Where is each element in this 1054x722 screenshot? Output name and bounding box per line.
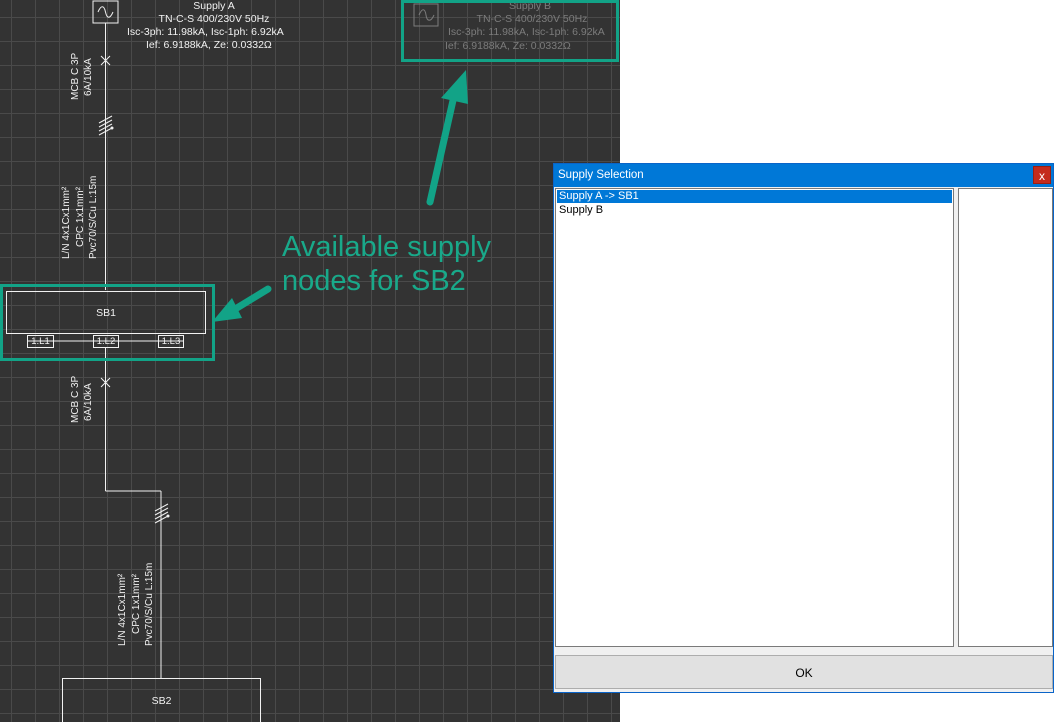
cable-tick-icon: [98, 115, 114, 136]
breaker2-type: MCB C 3P: [70, 375, 81, 423]
arrow-icon: [212, 285, 272, 322]
cable2-conductors: L/N 4x1Cx1mm²: [117, 573, 128, 646]
annotation-text: Available supply nodes for SB2: [282, 231, 492, 297]
supply-b-highlight: [401, 0, 619, 62]
supply-a-isc: Isc-3ph: 11.98kA, Isc-1ph: 6.92kA: [127, 26, 284, 38]
dialog-title: Supply Selection: [558, 169, 644, 181]
cable1-type: Pvc70/S/Cu L:15m: [88, 175, 99, 259]
cable2-cpc: CPC 1x1mm²: [131, 573, 142, 634]
cable2-type: Pvc70/S/Cu L:15m: [144, 562, 155, 646]
details-panel[interactable]: [958, 188, 1053, 647]
arrow-icon: [426, 70, 468, 206]
close-icon[interactable]: x: [1033, 166, 1051, 184]
list-item[interactable]: Supply A -> SB1: [557, 190, 952, 203]
dialog-titlebar[interactable]: Supply Selection x: [554, 164, 1053, 187]
sb2-board[interactable]: SB2: [62, 678, 261, 722]
cable-tick-icon: [154, 503, 170, 524]
sb1-highlight: [0, 284, 215, 361]
supply-list[interactable]: Supply A -> SB1 Supply B: [555, 188, 954, 647]
list-item[interactable]: Supply B: [557, 204, 952, 217]
breaker1-type: MCB C 3P: [70, 52, 81, 100]
breaker1-rating: 6A/10kA: [83, 58, 94, 96]
diagram-canvas[interactable]: Supply A TN-C-S 400/230V 50Hz Isc-3ph: 1…: [0, 0, 620, 722]
breaker2-rating: 6A/10kA: [83, 383, 94, 421]
supply-selection-dialog: Supply Selection x Supply A -> SB1 Suppl…: [553, 163, 1054, 693]
supply-a-label: Supply A: [193, 0, 235, 12]
supply-a-system: TN-C-S 400/230V 50Hz: [158, 13, 270, 25]
cable1-cpc: CPC 1x1mm²: [75, 186, 86, 247]
single-line-diagram: [27, 0, 468, 678]
cable1-conductors: L/N 4x1Cx1mm²: [61, 186, 72, 259]
supply-a-ief: Ief: 6.9188kA, Ze: 0.0332Ω: [146, 39, 272, 51]
ok-button[interactable]: OK: [555, 655, 1053, 689]
